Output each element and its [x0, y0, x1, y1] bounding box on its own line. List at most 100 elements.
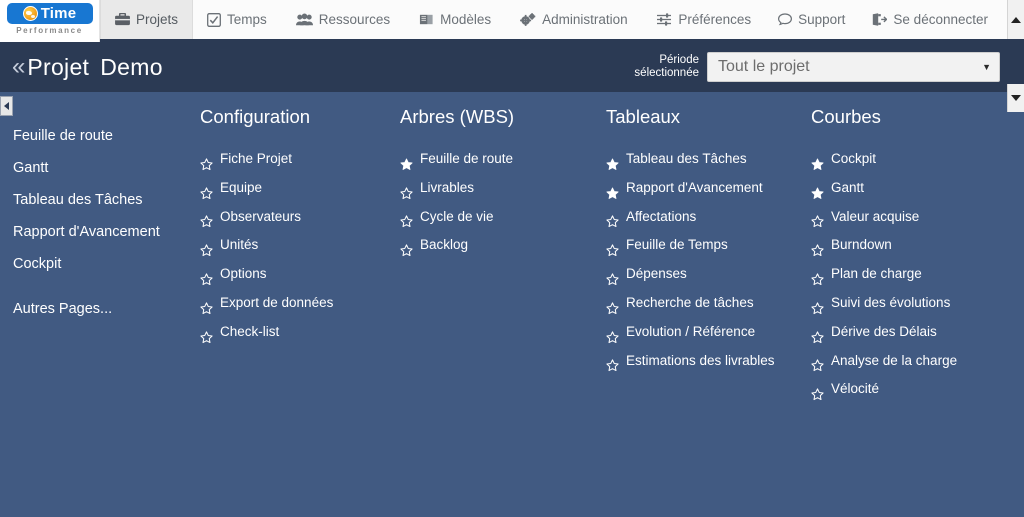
link-cockpit[interactable]: Cockpit [811, 145, 1003, 174]
star-outline-icon[interactable] [606, 210, 619, 228]
link-cycle-de-vie[interactable]: Cycle de vie [400, 203, 598, 232]
star-filled-icon[interactable] [400, 153, 413, 170]
star-outline-icon[interactable] [200, 268, 213, 286]
link-derive-des-delais[interactable]: Dérive des Délais [811, 318, 1003, 347]
link-evolution-reference[interactable]: Evolution / Référence [606, 318, 803, 347]
nav-item-ressources[interactable]: Ressources [282, 0, 405, 39]
scrollbar-up-arrow[interactable] [1007, 0, 1024, 39]
link-fiche-projet[interactable]: Fiche Projet [200, 145, 393, 174]
link-equipe[interactable]: Equipe [200, 174, 393, 203]
star-outline-icon[interactable] [606, 297, 619, 314]
star-outline-icon[interactable] [400, 239, 413, 257]
nav-item-logout[interactable]: Se déconnecter [859, 0, 1002, 39]
star-outline-icon[interactable] [811, 354, 824, 372]
star-outline-icon[interactable] [200, 182, 213, 199]
nav-item-temps[interactable]: Temps [193, 0, 282, 39]
column-configuration: Configuration Fiche Projet Equipe Observ… [188, 106, 393, 514]
link-burndown[interactable]: Burndown [811, 231, 1003, 260]
star-outline-icon[interactable] [811, 326, 824, 343]
star-outline-icon[interactable] [400, 182, 413, 199]
link-analyse-de-la-charge[interactable]: Analyse de la charge [811, 347, 1003, 376]
link-livrables[interactable]: Livrables [400, 174, 598, 203]
link-recherche-de-taches[interactable]: Recherche de tâches [606, 289, 803, 318]
period-selector-group: Période sélectionnée Tout le projet ▼ [634, 52, 1012, 82]
link-unites[interactable]: Unités [200, 231, 393, 260]
star-outline-icon[interactable] [811, 268, 824, 286]
link-label: Vélocité [831, 381, 880, 397]
sidebar-item-tableau-des-taches[interactable]: Tableau des Tâches [13, 184, 188, 216]
nav-item-projets[interactable]: Projets [100, 0, 194, 39]
sidebar-item-autres-pages[interactable]: Autres Pages... [13, 293, 188, 325]
nav-item-administration[interactable]: Administration [506, 0, 643, 39]
brand-name: Time [40, 5, 77, 22]
chevron-up-icon [1011, 16, 1021, 23]
sidebar-item-feuille-de-route[interactable]: Feuille de route [13, 120, 188, 152]
link-plan-de-charge[interactable]: Plan de charge [811, 260, 1003, 289]
nav-item-label: Ressources [318, 12, 391, 27]
link-depenses[interactable]: Dépenses [606, 260, 803, 289]
star-outline-icon[interactable] [606, 354, 619, 372]
column-title: Tableaux [606, 106, 681, 127]
link-label: Plan de charge [831, 266, 922, 282]
link-export-de-donnees[interactable]: Export de données [200, 289, 393, 318]
star-outline-icon[interactable] [606, 239, 619, 257]
nav-item-label: Projets [136, 12, 179, 27]
link-options[interactable]: Options [200, 260, 393, 289]
nav-item-preferences[interactable]: Préférences [644, 0, 765, 39]
sidebar-item-rapport-davancement[interactable]: Rapport d'Avancement [13, 216, 188, 248]
back-chevrons-icon[interactable]: « [12, 55, 25, 79]
link-backlog[interactable]: Backlog [400, 231, 598, 260]
brand-logo[interactable]: Time Performance [0, 0, 100, 42]
star-outline-icon[interactable] [200, 297, 213, 314]
link-valeur-acquise[interactable]: Valeur acquise [811, 203, 1003, 232]
star-outline-icon[interactable] [200, 239, 213, 257]
link-label: Recherche de tâches [626, 294, 754, 310]
users-icon [295, 13, 313, 26]
link-label: Livrables [420, 179, 475, 195]
globe-icon [22, 6, 38, 21]
link-velocite[interactable]: Vélocité [811, 375, 1003, 404]
link-label: Burndown [831, 237, 892, 253]
nav-item-label: Préférences [678, 12, 752, 27]
link-label: Cycle de vie [420, 208, 494, 224]
link-suivi-des-evolutions[interactable]: Suivi des évolutions [811, 289, 1003, 318]
sidebar-item-gantt[interactable]: Gantt [13, 152, 188, 184]
link-affectations[interactable]: Affectations [606, 203, 803, 232]
chevron-down-icon: ▼ [982, 62, 991, 72]
sidebar-item-cockpit[interactable]: Cockpit [13, 248, 188, 280]
period-select[interactable]: Tout le projet ▼ [707, 52, 1000, 82]
nav-item-modeles[interactable]: Modèles [405, 0, 506, 39]
link-tableau-des-taches[interactable]: Tableau des Tâches [606, 145, 803, 174]
star-outline-icon[interactable] [200, 326, 213, 343]
link-gantt[interactable]: Gantt [811, 174, 1003, 203]
link-check-list[interactable]: Check-list [200, 318, 393, 347]
star-outline-icon[interactable] [200, 210, 213, 228]
link-estimations-des-livrables[interactable]: Estimations des livrables [606, 347, 803, 376]
comment-icon [778, 13, 793, 26]
scrollbar-down-arrow[interactable] [1007, 84, 1024, 112]
star-filled-icon[interactable] [606, 182, 619, 199]
link-feuille-de-route[interactable]: Feuille de route [400, 145, 598, 174]
nav-item-support[interactable]: Support [765, 0, 859, 39]
sidebar-collapse-button[interactable] [0, 96, 13, 116]
star-outline-icon[interactable] [811, 383, 824, 401]
star-outline-icon[interactable] [400, 210, 413, 228]
link-label: Tableau des Tâches [626, 151, 747, 166]
link-label: Dépenses [626, 266, 687, 282]
star-outline-icon[interactable] [606, 268, 619, 286]
star-filled-icon[interactable] [606, 153, 619, 170]
star-outline-icon[interactable] [811, 297, 824, 314]
star-outline-icon[interactable] [811, 210, 824, 228]
briefcase-icon [115, 13, 130, 26]
project-header: « Projet Demo Période sélectionnée Tout … [0, 42, 1024, 112]
link-rapport-davancement[interactable]: Rapport d'Avancement [606, 174, 803, 203]
nav-item-label: Modèles [440, 12, 492, 27]
link-feuille-de-temps[interactable]: Feuille de Temps [606, 231, 803, 260]
star-outline-icon[interactable] [200, 153, 213, 170]
link-observateurs[interactable]: Observateurs [200, 203, 393, 232]
star-filled-icon[interactable] [811, 153, 824, 170]
star-outline-icon[interactable] [811, 239, 824, 257]
link-label: Observateurs [220, 208, 302, 224]
star-outline-icon[interactable] [606, 326, 619, 343]
star-filled-icon[interactable] [811, 182, 824, 199]
